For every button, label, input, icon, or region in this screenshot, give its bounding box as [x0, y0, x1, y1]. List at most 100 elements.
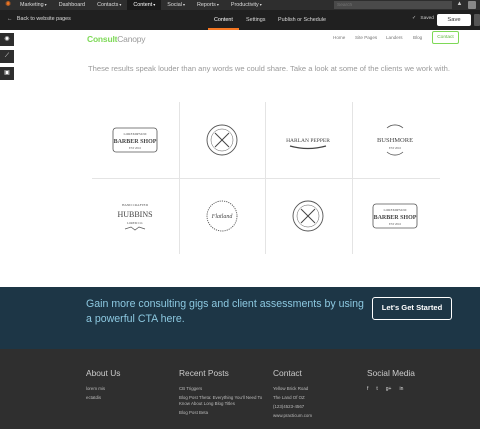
top-nav-item-productivity[interactable]: Productivity▾: [225, 0, 268, 10]
client-bottom-text: EST 2016: [389, 222, 402, 226]
hubspot-logo-icon[interactable]: ✺: [4, 1, 12, 9]
check-icon: ✓: [412, 16, 417, 21]
site-header: ConsultCanopy Home Site Pages Landers Bl…: [87, 30, 460, 46]
footer-social-title: Social Media: [367, 368, 415, 378]
client-bottom-text: LOREM CO.: [127, 221, 143, 225]
facebook-icon[interactable]: f: [367, 386, 368, 392]
top-nav-item-social[interactable]: Social▾: [161, 0, 191, 10]
tab-settings[interactable]: Settings: [240, 10, 271, 30]
footer-contact-title: Contact: [273, 368, 302, 378]
save-button[interactable]: Save: [437, 14, 471, 26]
site-nav-blog[interactable]: Blog: [413, 35, 422, 40]
top-nav-item-dashboard[interactable]: Dashboard: [53, 0, 91, 10]
academy-icon[interactable]: ▲: [455, 1, 464, 9]
chevron-down-icon: ▾: [182, 2, 185, 7]
editor-toolbar: ← Back to website pages Content Settings…: [0, 10, 480, 30]
client-top-text: LOREMIPSUM: [124, 132, 148, 136]
top-nav: ✺ Marketing▾ Dashboard Contacts▾ Content▾ So…: [0, 0, 480, 10]
client-logo-emblem-2: [273, 196, 343, 236]
top-nav-item-label: Social: [167, 2, 182, 8]
site-footer: About Us lorem mis ectatdis Recent Posts…: [0, 349, 480, 429]
site-logo[interactable]: ConsultCanopy: [87, 34, 146, 44]
eye-icon[interactable]: ◉: [0, 33, 14, 46]
client-bottom-text: EST 2016: [389, 146, 402, 150]
top-nav-item-contacts[interactable]: Contacts▾: [91, 0, 127, 10]
footer-about-title: About Us: [86, 368, 121, 378]
footer-about-line: lorem mis: [86, 386, 106, 391]
footer-social: Social Media f t g+ in: [367, 368, 457, 392]
footer-contact-line: Yellow Brick Road: [273, 386, 309, 391]
grid-divider: [92, 178, 440, 179]
saved-label: Saved: [420, 16, 434, 21]
top-nav-item-content[interactable]: Content▾: [127, 0, 162, 10]
footer-contact-line: The Land Of OZ: [273, 395, 305, 400]
footer-posts-title: Recent Posts: [179, 368, 229, 378]
top-nav-item-label: Content: [133, 2, 153, 8]
client-logo-bushmore: BUSHMORE EST 2016: [360, 120, 430, 160]
client-top-text: LOREMIPSUM: [384, 208, 408, 212]
cube-icon[interactable]: ▣: [0, 67, 14, 80]
top-nav-item-label: Marketing: [20, 2, 44, 8]
top-nav-item-label: Reports: [196, 2, 216, 8]
tab-content[interactable]: Content: [208, 10, 239, 30]
chevron-down-icon: ▾: [259, 2, 262, 7]
back-label: Back to website pages: [16, 16, 71, 22]
cta-section: Gain more consulting gigs and client ass…: [0, 287, 480, 349]
chevron-down-icon: ▾: [44, 2, 47, 7]
chart-icon[interactable]: ⟋: [0, 50, 14, 63]
client-name-text: BUSHMORE: [377, 137, 413, 144]
saved-status: ✓ Saved: [412, 16, 434, 21]
chevron-down-icon: ▾: [119, 2, 122, 7]
avatar[interactable]: [468, 1, 476, 9]
footer-contact-line: (123)4523-4567: [273, 404, 305, 409]
footer-about-line: ectatdis: [86, 395, 102, 400]
client-name-text: BARBER SHOP: [114, 139, 157, 145]
client-logo-harlan-pepper: HARLAN PEPPER: [273, 120, 343, 160]
cta-text: Gain more consulting gigs and client ass…: [86, 298, 364, 325]
more-options-button[interactable]: [474, 14, 480, 26]
brand-part1: Consult: [87, 34, 118, 44]
footer-about: About Us lorem mis ectatdis: [86, 368, 176, 404]
back-to-pages-link[interactable]: ← Back to website pages: [7, 16, 71, 22]
client-logo-barber-shop: LOREMIPSUM BARBER SHOP EST 2016: [100, 120, 170, 160]
chevron-down-icon: ▾: [216, 2, 219, 7]
client-top-text: HAND CRAFTED: [122, 203, 149, 207]
twitter-icon[interactable]: t: [376, 386, 377, 392]
top-nav-item-label: Dashboard: [58, 2, 86, 8]
client-logo-flatland: Flatland: [187, 196, 257, 236]
contact-button[interactable]: Contact: [432, 31, 459, 44]
brand-part2: Canopy: [117, 34, 146, 44]
clients-tagline: These results speak louder than any word…: [88, 64, 451, 73]
linkedin-icon[interactable]: in: [399, 386, 403, 392]
left-rail: ◉ ⟋ ▣: [0, 33, 14, 84]
tab-publish[interactable]: Publish or Schedule: [272, 10, 332, 30]
site-nav-home[interactable]: Home: [333, 35, 345, 40]
client-name-text: BARBER SHOP: [374, 215, 417, 221]
back-arrow-icon: ←: [7, 16, 13, 22]
client-logo-emblem-1: [187, 120, 257, 160]
footer-post-link[interactable]: Blog Post Theta: Everything You'll Need …: [179, 395, 269, 407]
footer-recent-posts: Recent Posts CB Triggers Blog Post Theta…: [179, 368, 269, 419]
top-nav-item-marketing[interactable]: Marketing▾: [14, 0, 53, 10]
footer-post-link[interactable]: Blog Post Beta: [179, 410, 269, 416]
client-bottom-text: EST 2016: [129, 146, 142, 150]
google-plus-icon[interactable]: g+: [386, 386, 392, 392]
top-nav-item-label: Contacts: [97, 2, 119, 8]
client-name-text: Flatland: [211, 214, 234, 220]
footer-contact: Contact Yellow Brick Road The Land Of OZ…: [273, 368, 363, 422]
client-name-text: HARLAN PEPPER: [286, 138, 330, 144]
top-nav-item-reports[interactable]: Reports▾: [191, 0, 225, 10]
footer-post-link[interactable]: CB Triggers: [179, 386, 269, 392]
client-logo-hubbins: HAND CRAFTED HUBBINS LOREM CO.: [100, 196, 170, 236]
client-name-text: HUBBINS: [117, 210, 152, 219]
site-nav-site-pages[interactable]: Site Pages: [355, 35, 377, 40]
client-logo-barber-shop-2: LOREMIPSUM BARBER SHOP EST 2016: [360, 196, 430, 236]
top-nav-item-label: Productivity: [230, 2, 259, 8]
social-icons: f t g+ in: [367, 386, 457, 392]
top-nav-items: Marketing▾ Dashboard Contacts▾ Content▾ Soci…: [14, 0, 268, 10]
get-started-button[interactable]: Let's Get Started: [372, 297, 452, 320]
search-input[interactable]: [334, 1, 452, 9]
chevron-down-icon: ▾: [153, 2, 156, 7]
site-nav-landers[interactable]: Landers: [386, 35, 403, 40]
footer-contact-line[interactable]: www.practicum.com: [273, 413, 363, 419]
